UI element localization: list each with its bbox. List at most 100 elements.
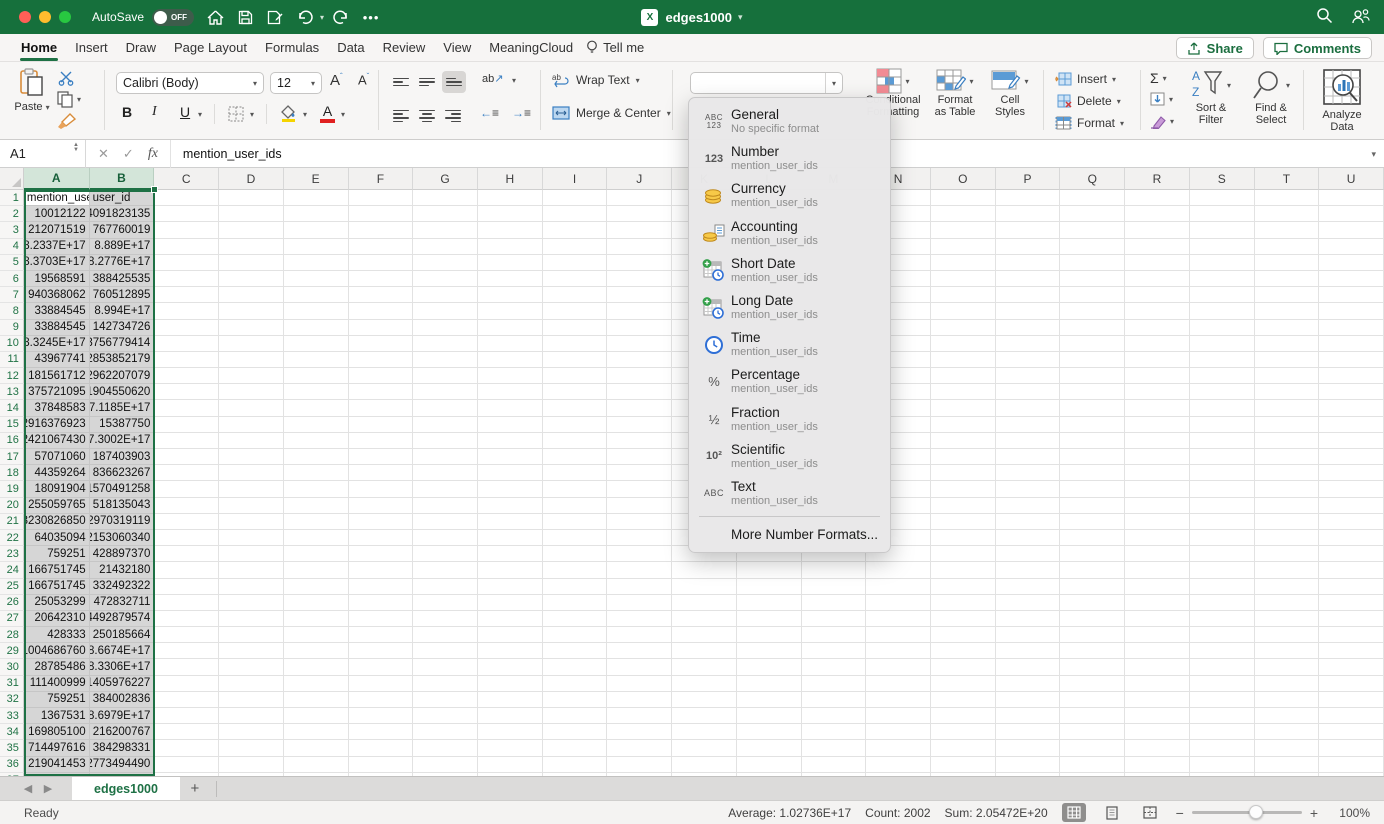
cell-e10[interactable] [284, 336, 349, 352]
cell-k30[interactable] [672, 659, 737, 675]
cell-i18[interactable] [543, 465, 608, 481]
cell-f19[interactable] [349, 481, 414, 497]
home-icon[interactable] [200, 7, 230, 27]
minimize-window-button[interactable] [39, 11, 51, 23]
cell-p8[interactable] [996, 303, 1061, 319]
cell-o14[interactable] [931, 400, 996, 416]
cell-n26[interactable] [866, 595, 931, 611]
cell-r9[interactable] [1125, 320, 1190, 336]
column-header-a[interactable]: A [24, 168, 90, 190]
cell-f33[interactable] [349, 708, 414, 724]
align-bottom-button[interactable] [442, 71, 466, 93]
cell-o32[interactable] [931, 692, 996, 708]
cell-t3[interactable] [1255, 222, 1320, 238]
cell-h19[interactable] [478, 481, 543, 497]
cell-r33[interactable] [1125, 708, 1190, 724]
cell-t2[interactable] [1255, 206, 1320, 222]
menu-item-general[interactable]: ABC123GeneralNo specific format [689, 103, 890, 140]
cell-s30[interactable] [1190, 659, 1255, 675]
cell-d22[interactable] [219, 530, 284, 546]
cell-g22[interactable] [413, 530, 478, 546]
row-header-24[interactable]: 24 [0, 562, 24, 578]
cell-t10[interactable] [1255, 336, 1320, 352]
cell-o23[interactable] [931, 546, 996, 562]
cell-t31[interactable] [1255, 676, 1320, 692]
cell-b27[interactable]: 4492879574 [90, 611, 155, 627]
cell-p31[interactable] [996, 676, 1061, 692]
cell-m25[interactable] [802, 579, 867, 595]
cell-f1[interactable] [349, 190, 414, 206]
cell-s16[interactable] [1190, 433, 1255, 449]
cell-g30[interactable] [413, 659, 478, 675]
cell-d16[interactable] [219, 433, 284, 449]
cell-r30[interactable] [1125, 659, 1190, 675]
cell-f34[interactable] [349, 724, 414, 740]
cell-j19[interactable] [607, 481, 672, 497]
cell-f13[interactable] [349, 384, 414, 400]
cell-g1[interactable] [413, 190, 478, 206]
cell-c34[interactable] [154, 724, 219, 740]
cell-t36[interactable] [1255, 757, 1320, 773]
row-header-26[interactable]: 26 [0, 595, 24, 611]
cell-f17[interactable] [349, 449, 414, 465]
row-header-5[interactable]: 5 [0, 255, 24, 271]
cell-p2[interactable] [996, 206, 1061, 222]
cell-p24[interactable] [996, 562, 1061, 578]
cell-h10[interactable] [478, 336, 543, 352]
row-header-34[interactable]: 34 [0, 724, 24, 740]
row-header-11[interactable]: 11 [0, 352, 24, 368]
cell-o33[interactable] [931, 708, 996, 724]
cell-j11[interactable] [607, 352, 672, 368]
cell-j26[interactable] [607, 595, 672, 611]
cell-r16[interactable] [1125, 433, 1190, 449]
cell-j13[interactable] [607, 384, 672, 400]
cell-o31[interactable] [931, 676, 996, 692]
cell-h8[interactable] [478, 303, 543, 319]
cell-b29[interactable]: 8.6674E+17 [90, 643, 155, 659]
menu-item-text[interactable]: ABCTextmention_user_ids [689, 475, 890, 512]
cell-h28[interactable] [478, 627, 543, 643]
paste-button[interactable]: Paste▾ [12, 68, 52, 113]
cell-s4[interactable] [1190, 239, 1255, 255]
cell-g12[interactable] [413, 368, 478, 384]
row-header-31[interactable]: 31 [0, 676, 24, 692]
cell-r15[interactable] [1125, 417, 1190, 433]
cell-r13[interactable] [1125, 384, 1190, 400]
cell-r29[interactable] [1125, 643, 1190, 659]
cell-h17[interactable] [478, 449, 543, 465]
cell-j5[interactable] [607, 255, 672, 271]
cell-g14[interactable] [413, 400, 478, 416]
cell-r36[interactable] [1125, 757, 1190, 773]
orientation-chevron-icon[interactable]: ▾ [512, 76, 516, 85]
cell-o25[interactable] [931, 579, 996, 595]
redo-icon[interactable] [326, 7, 356, 27]
cell-b36[interactable]: 2773494490 [90, 757, 155, 773]
cell-e16[interactable] [284, 433, 349, 449]
cell-u36[interactable] [1319, 757, 1384, 773]
cell-o17[interactable] [931, 449, 996, 465]
cell-c32[interactable] [154, 692, 219, 708]
cell-p1[interactable] [996, 190, 1061, 206]
cell-e32[interactable] [284, 692, 349, 708]
cell-r32[interactable] [1125, 692, 1190, 708]
zoom-window-button[interactable] [59, 11, 71, 23]
cell-r28[interactable] [1125, 627, 1190, 643]
cell-t4[interactable] [1255, 239, 1320, 255]
align-top-button[interactable] [390, 72, 412, 92]
cell-c2[interactable] [154, 206, 219, 222]
cell-b23[interactable]: 428897370 [90, 546, 155, 562]
cell-l33[interactable] [737, 708, 802, 724]
cell-u12[interactable] [1319, 368, 1384, 384]
cell-i27[interactable] [543, 611, 608, 627]
cell-s5[interactable] [1190, 255, 1255, 271]
cell-a6[interactable]: 19568591 [24, 271, 90, 287]
borders-button[interactable] [228, 106, 244, 125]
cell-p35[interactable] [996, 740, 1061, 756]
cell-n24[interactable] [866, 562, 931, 578]
cell-p34[interactable] [996, 724, 1061, 740]
cell-d1[interactable] [219, 190, 284, 206]
cell-h13[interactable] [478, 384, 543, 400]
cell-e2[interactable] [284, 206, 349, 222]
cell-i1[interactable] [543, 190, 608, 206]
copy-button[interactable]: ▾ [56, 90, 81, 108]
